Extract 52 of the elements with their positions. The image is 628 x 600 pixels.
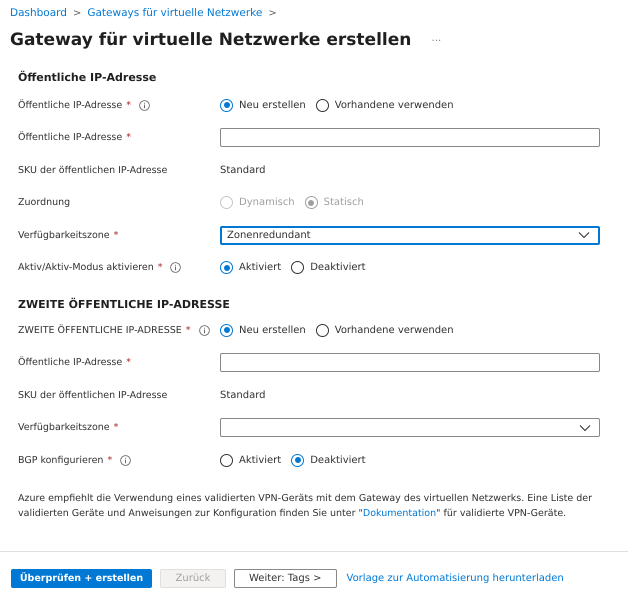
breadcrumb-link[interactable]: Gateways für virtuelle Netzwerke [87,7,262,19]
field-label: Aktiv/Aktiv-Modus aktivieren [18,262,154,274]
field-label: ZWEITE ÖFFENTLICHE IP-ADRESSE [18,324,182,336]
field-label: Öffentliche IP-Adresse [18,100,122,111]
field-value: Standard [220,164,266,176]
breadcrumb-link[interactable]: Dashboard [10,7,67,19]
field-label: Verfügbarkeitszone [18,422,110,434]
field-label: BGP konfigurieren [18,454,104,466]
required-mark: * [158,262,162,274]
download-template-link[interactable]: Vorlage zur Automatisierung herunterladen [346,573,564,584]
required-mark: * [126,132,131,144]
documentation-link[interactable]: Dokumentation [362,508,436,518]
radio-option[interactable]: Neu erstellen [220,324,306,337]
section-heading: ZWEITE ÖFFENTLICHE IP-ADRESSE [18,298,231,313]
info-icon[interactable] [198,324,210,336]
field-label: Öffentliche IP-Adresse [18,132,122,144]
required-mark: * [114,422,118,434]
chevron-down-icon [579,424,591,432]
more-button[interactable]: ··· [427,34,446,46]
field-label: Zuordnung [18,197,70,208]
info-icon[interactable] [170,262,182,274]
breadcrumb-separator: > [72,8,82,18]
radio-option[interactable]: Deaktiviert [291,261,366,274]
field-label: SKU der öffentlichen IP-Adresse [18,164,168,176]
field-label: Verfügbarkeitszone [18,230,110,241]
footer-button[interactable]: Weiter: Tags > [234,569,336,588]
required-mark: * [107,454,112,466]
radio-option[interactable]: Neu erstellen [220,98,306,112]
dropdown-field[interactable]: Zonenredundant [220,226,600,245]
breadcrumb-separator: > [268,8,277,18]
section-heading: Öffentliche IP-Adresse [18,71,158,86]
required-mark: * [186,324,191,336]
required-mark: * [126,357,131,368]
required-mark: * [114,230,118,241]
footer-button[interactable]: Überprüfen + erstellen [11,569,152,588]
radio-option[interactable]: Vorhandene verwenden [316,324,454,337]
info-icon[interactable] [120,454,132,466]
chevron-down-icon [578,231,590,240]
field-label: Öffentliche IP-Adresse [18,357,122,368]
dropdown-field[interactable] [220,418,600,438]
info-icon[interactable] [138,100,150,111]
info-paragraph: Azure empfiehlt die Verwendung eines validierten VPN-Geräts mit dem Gateway des virtuellen Netzwerks. Eine Liste der validierten Geräte und Anweisungen zur Konfiguration finden Sie unter "Dokumentation" für validierte VPN-Geräte. [18,492,594,520]
required-mark: * [126,100,131,111]
input-field[interactable] [220,353,600,372]
field-label: SKU der öffentlichen IP-Adresse [18,390,168,401]
field-value: Standard [220,390,266,401]
radio-option[interactable]: Vorhandene verwenden [316,98,454,112]
input-field[interactable] [220,128,600,148]
radio-option[interactable]: Deaktiviert [291,454,366,467]
page-title: Gateway für virtuelle Netzwerke erstellen [10,30,412,50]
radio-option[interactable]: Aktiviert [220,261,282,274]
radio-option[interactable]: Aktiviert [220,454,282,467]
